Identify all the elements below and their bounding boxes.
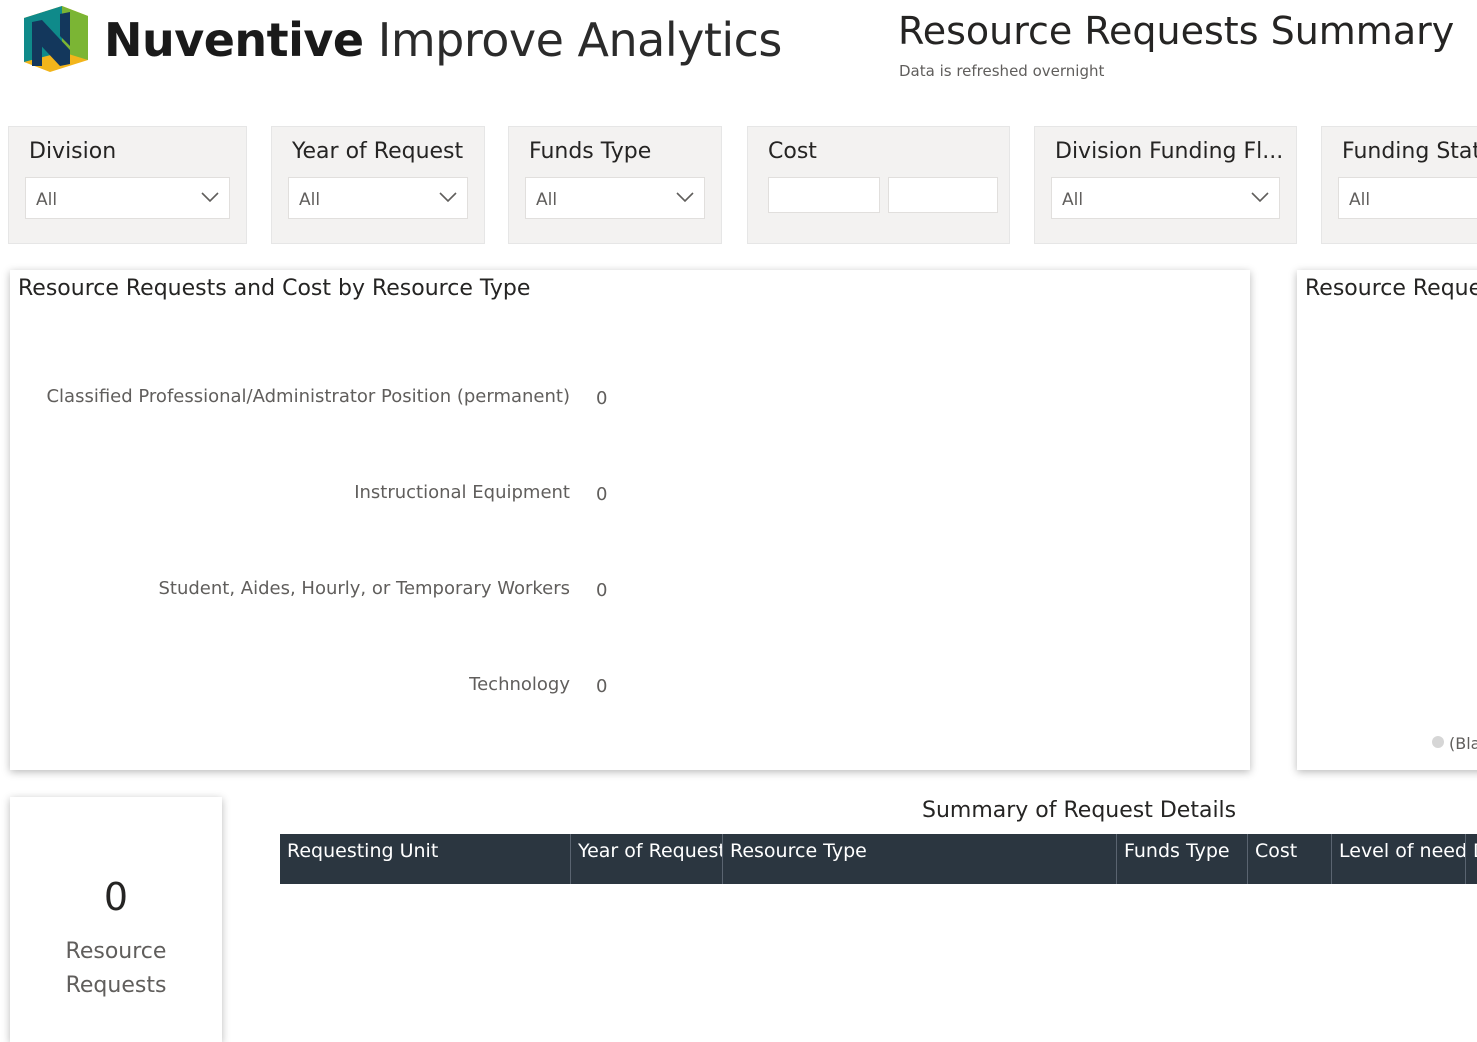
year-of-request-slicer: Year of Request All xyxy=(271,126,485,244)
bar-value-label: 0 xyxy=(596,676,608,697)
bar-category-label: Instructional Equipment xyxy=(354,482,570,503)
cost-max-input[interactable] xyxy=(888,177,998,213)
cost-slicer: Cost xyxy=(747,126,1010,244)
kpi-label: Resource Requests xyxy=(10,935,222,1003)
slicer-label: Division Funding Fl... xyxy=(1055,139,1284,164)
chevron-down-icon xyxy=(201,192,219,203)
column-header-d[interactable]: D xyxy=(1466,834,1477,884)
nuventive-logo-icon xyxy=(24,6,88,72)
bar-chart-panel: Resource Requests and Cost by Resource T… xyxy=(10,270,1250,770)
cost-min-input[interactable] xyxy=(768,177,880,213)
bar-category-label: Technology xyxy=(469,674,570,695)
slicer-label: Funds Type xyxy=(529,139,652,164)
table-title: Summary of Request Details xyxy=(922,798,1237,823)
column-header-cost[interactable]: Cost xyxy=(1248,834,1332,884)
column-header-level-of-need[interactable]: Level of need xyxy=(1332,834,1466,884)
brand-light: Improve Analytics xyxy=(363,13,783,67)
bar-category-label: Student, Aides, Hourly, or Temporary Wor… xyxy=(158,578,570,599)
column-header-year-of-request[interactable]: Year of Request xyxy=(571,834,723,884)
bar-value-label: 0 xyxy=(596,580,608,601)
dropdown-value: All xyxy=(536,190,558,210)
division-funding-dropdown[interactable]: All xyxy=(1051,177,1280,219)
slicer-label: Division xyxy=(29,139,117,164)
division-funding-slicer: Division Funding Fl... All xyxy=(1034,126,1297,244)
division-slicer: Division All xyxy=(8,126,247,244)
dropdown-value: All xyxy=(1062,190,1084,210)
legend-marker xyxy=(1432,736,1444,748)
bar-category-label: Classified Professional/Administrator Po… xyxy=(46,386,570,407)
kpi-label-line1: Resource xyxy=(65,939,167,964)
column-header-requesting-unit[interactable]: Requesting Unit xyxy=(280,834,571,884)
table-header: Requesting Unit Year of Request Resource… xyxy=(280,834,1477,884)
bar-value-label: 0 xyxy=(596,484,608,505)
kpi-label-line2: Requests xyxy=(65,973,167,998)
brand-bold: Nuventive xyxy=(104,13,364,67)
chevron-down-icon xyxy=(439,192,457,203)
right-chart-title: Resource Reque xyxy=(1305,276,1477,301)
page-title: Resource Requests Summary xyxy=(898,9,1455,53)
bar-value-label: 0 xyxy=(596,388,608,409)
right-chart-panel: Resource Reque xyxy=(1297,270,1477,770)
kpi-value: 0 xyxy=(103,875,129,919)
column-header-resource-type[interactable]: Resource Type xyxy=(723,834,1117,884)
division-dropdown[interactable]: All xyxy=(25,177,230,219)
funding-status-slicer: Funding Statu All xyxy=(1321,126,1477,244)
chevron-down-icon xyxy=(1251,192,1269,203)
year-of-request-dropdown[interactable]: All xyxy=(288,177,468,219)
slicer-label: Funding Statu xyxy=(1342,139,1477,164)
legend-label: (Bla xyxy=(1449,734,1477,753)
dropdown-value: All xyxy=(1349,190,1371,210)
resource-requests-card: 0 Resource Requests xyxy=(10,797,222,1042)
dropdown-value: All xyxy=(36,190,58,210)
brand-name: Nuventive Improve Analytics xyxy=(104,12,782,68)
page-subtitle: Data is refreshed overnight xyxy=(899,62,1105,80)
column-header-funds-type[interactable]: Funds Type xyxy=(1117,834,1248,884)
funding-status-dropdown[interactable]: All xyxy=(1338,177,1477,219)
slicer-label: Year of Request xyxy=(292,139,464,164)
funds-type-dropdown[interactable]: All xyxy=(525,177,705,219)
funds-type-slicer: Funds Type All xyxy=(508,126,722,244)
chevron-down-icon xyxy=(676,192,694,203)
dropdown-value: All xyxy=(299,190,321,210)
slicer-label: Cost xyxy=(768,139,817,164)
bar-chart-title: Resource Requests and Cost by Resource T… xyxy=(18,276,531,301)
